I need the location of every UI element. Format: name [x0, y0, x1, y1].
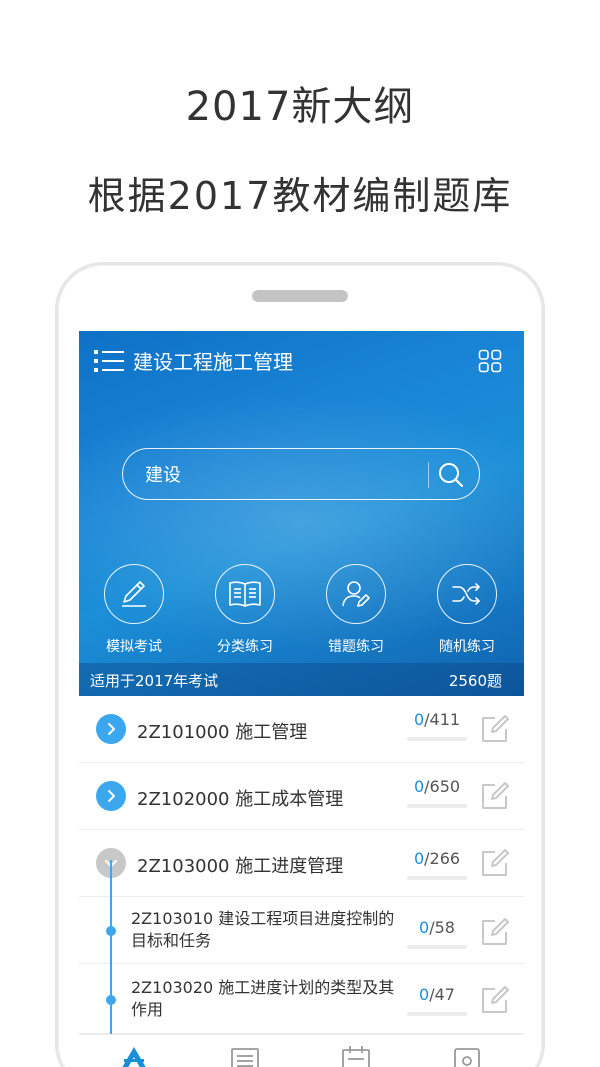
progress-bar	[407, 804, 467, 808]
progress-bar	[407, 945, 467, 949]
progress-bar	[407, 1012, 467, 1016]
edit-icon[interactable]	[479, 713, 511, 745]
edit-icon[interactable]	[479, 916, 511, 948]
section-row[interactable]: 2Z103010 建设工程项目进度控制的目标和任务 0/58	[79, 897, 524, 964]
search-icon[interactable]	[437, 461, 465, 489]
feature-label: 分类练习	[217, 639, 273, 655]
promo-headline: 2017新大纲	[185, 84, 415, 130]
tab-profile-icon[interactable]	[451, 1045, 483, 1067]
chapter-row[interactable]: 2Z103000 施工进度管理 0/266	[79, 830, 524, 897]
applies-to-text: 适用于2017年考试	[90, 672, 219, 690]
tab-calendar-icon[interactable]	[340, 1045, 372, 1067]
chapter-title: 2Z101000 施工管理	[137, 722, 308, 743]
feature-label: 随机练习	[439, 639, 495, 655]
chapter-progress: 0/266	[413, 849, 461, 868]
promo-subheadline: 根据2017教材编制题库	[87, 174, 513, 218]
feature-label: 模拟考试	[106, 639, 162, 655]
shuffle-icon	[452, 583, 480, 605]
top-bar: 建设工程施工管理	[79, 331, 524, 391]
user-edit-icon	[342, 581, 370, 607]
feature-category-practice[interactable]: 分类练习	[195, 564, 295, 656]
chapter-progress: 0/650	[413, 777, 461, 796]
phone-speaker	[252, 290, 348, 302]
edit-icon[interactable]	[479, 847, 511, 879]
exam-info-bar: 适用于2017年考试 2560题	[79, 663, 524, 696]
feature-wrong-practice[interactable]: 错题练习	[306, 564, 406, 656]
progress-bar	[407, 737, 467, 741]
chapter-progress: 0/411	[413, 710, 461, 729]
section-row[interactable]: 2Z103020 施工进度计划的类型及其作用 0/47	[79, 964, 524, 1034]
section-title: 2Z103020 施工进度计划的类型及其作用	[131, 978, 395, 1019]
menu-list-icon[interactable]	[94, 348, 124, 374]
question-count: 2560题	[448, 672, 502, 690]
chapter-row[interactable]: 2Z101000 施工管理 0/411	[79, 696, 524, 763]
bottom-tab-bar	[79, 1034, 524, 1067]
edit-icon[interactable]	[479, 780, 511, 812]
chapter-title: 2Z102000 施工成本管理	[137, 789, 344, 810]
section-progress: 0/47	[419, 985, 455, 1004]
chevron-right-icon[interactable]	[96, 781, 126, 811]
app-screen: 建设工程施工管理 建设 模拟考试 分类练习 错题练习 随机练习 适用于2017年…	[79, 331, 524, 1067]
grid-apps-icon[interactable]	[478, 349, 502, 373]
pencil-icon	[122, 581, 146, 607]
chevron-right-icon[interactable]	[96, 714, 126, 744]
search-divider	[428, 462, 429, 488]
feature-mock-exam[interactable]: 模拟考试	[84, 564, 184, 656]
section-title: 2Z103010 建设工程项目进度控制的目标和任务	[131, 909, 395, 950]
feature-random-practice[interactable]: 随机练习	[417, 564, 517, 656]
feature-label: 错题练习	[328, 639, 384, 655]
edit-icon[interactable]	[479, 984, 511, 1016]
hero-panel: 建设工程施工管理 建设 模拟考试 分类练习 错题练习 随机练习 适用于2017年…	[79, 331, 524, 696]
progress-bar	[407, 876, 467, 880]
tab-list-icon[interactable]	[229, 1045, 261, 1067]
section-progress: 0/58	[419, 918, 455, 937]
chapter-title: 2Z103000 施工进度管理	[137, 856, 344, 877]
search-input[interactable]	[145, 459, 405, 489]
chapter-row[interactable]: 2Z102000 施工成本管理 0/650	[79, 763, 524, 830]
tree-node-dot	[106, 995, 116, 1005]
book-icon	[229, 581, 261, 607]
tree-node-dot	[106, 926, 116, 936]
search-box	[122, 448, 480, 500]
app-title: 建设工程施工管理	[133, 350, 293, 374]
tab-home-icon[interactable]	[118, 1045, 150, 1067]
